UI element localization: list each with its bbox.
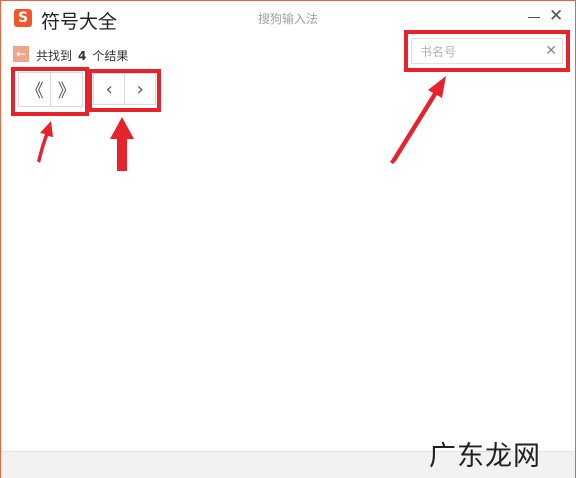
result-count-text: 共找到 4 个结果 <box>36 47 128 64</box>
next-page-button[interactable]: › <box>124 74 155 104</box>
watermark: 广东龙网 <box>429 441 541 472</box>
result-prefix: 共找到 <box>36 49 73 63</box>
page-step-group: ‹ › <box>93 73 156 105</box>
last-page-button[interactable]: 》 <box>50 73 82 106</box>
prev-page-button[interactable]: ‹ <box>94 74 124 104</box>
page-jump-group: 《 》 <box>18 72 83 107</box>
back-arrow-icon[interactable]: ← <box>13 46 29 62</box>
close-icon[interactable]: ✕ <box>549 6 563 26</box>
clear-search-icon[interactable]: ✕ <box>545 42 557 60</box>
symbol-window: S 符号大全 搜狗输入法 ✕ ← 共找到4个结果 《 》 ‹ › ✕ 广东龙网 <box>0 0 576 478</box>
result-count: 4 <box>78 49 87 63</box>
search-field: ✕ <box>411 38 563 64</box>
result-suffix: 个结果 <box>92 49 129 63</box>
first-page-button[interactable]: 《 <box>19 73 50 106</box>
minimize-icon[interactable] <box>528 17 540 18</box>
search-input[interactable] <box>418 40 542 64</box>
arrow-up-left <box>37 121 53 163</box>
arrow-up-center <box>110 117 134 171</box>
arrow-up-right <box>390 76 446 164</box>
window-caption: 搜狗输入法 <box>257 12 318 26</box>
